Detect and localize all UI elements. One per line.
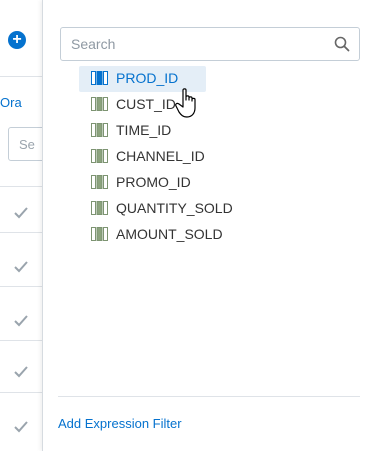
checkmark-icon[interactable] (14, 421, 28, 433)
column-icon (91, 227, 108, 241)
search-icon[interactable] (334, 36, 350, 52)
divider (0, 340, 42, 341)
column-item-time-id[interactable]: TIME_ID (79, 118, 243, 144)
column-item-quantity-sold[interactable]: QUANTITY_SOLD (79, 196, 243, 222)
column-item-promo-id[interactable]: PROMO_ID (79, 170, 243, 196)
column-icon (91, 97, 108, 111)
divider (0, 76, 42, 77)
column-label: TIME_ID (116, 122, 172, 138)
checkmark-icon[interactable] (14, 315, 28, 327)
column-item-channel-id[interactable]: CHANNEL_ID (79, 144, 243, 170)
column-label: PROMO_ID (116, 174, 191, 190)
plus-circle-icon[interactable]: + (8, 31, 26, 49)
hand-cursor-icon (175, 88, 196, 118)
column-label: CHANNEL_ID (116, 148, 205, 164)
column-icon (91, 149, 108, 163)
column-item-amount-sold[interactable]: AMOUNT_SOLD (79, 222, 243, 248)
column-icon (91, 175, 108, 189)
checkmark-icon[interactable] (14, 261, 28, 273)
background-panel: + Ora Se (0, 0, 48, 451)
search-box (60, 27, 360, 61)
column-icon (91, 201, 108, 215)
add-expression-filter-link[interactable]: Add Expression Filter (58, 416, 182, 431)
divider (0, 186, 42, 187)
column-icon (91, 123, 108, 137)
column-label: CUST_ID (116, 96, 176, 112)
column-item-cust-id[interactable]: CUST_ID (79, 92, 243, 118)
divider (0, 232, 42, 233)
column-picker-popup: PROD_ID CUST_ID TIME_ID CHANNEL_ID (42, 0, 373, 451)
stage: + Ora Se PROD_ID (0, 0, 373, 451)
column-label: PROD_ID (116, 70, 179, 86)
column-icon (91, 71, 108, 85)
divider (0, 392, 42, 393)
checkmark-icon[interactable] (14, 366, 28, 378)
search-input[interactable] (61, 28, 331, 60)
background-link[interactable]: Ora (0, 95, 22, 110)
column-label: AMOUNT_SOLD (116, 226, 223, 242)
column-label: QUANTITY_SOLD (116, 200, 233, 216)
divider (58, 396, 360, 397)
checkmark-icon[interactable] (14, 207, 28, 219)
column-list: PROD_ID CUST_ID TIME_ID CHANNEL_ID PROMO… (79, 66, 243, 248)
divider (0, 286, 42, 287)
